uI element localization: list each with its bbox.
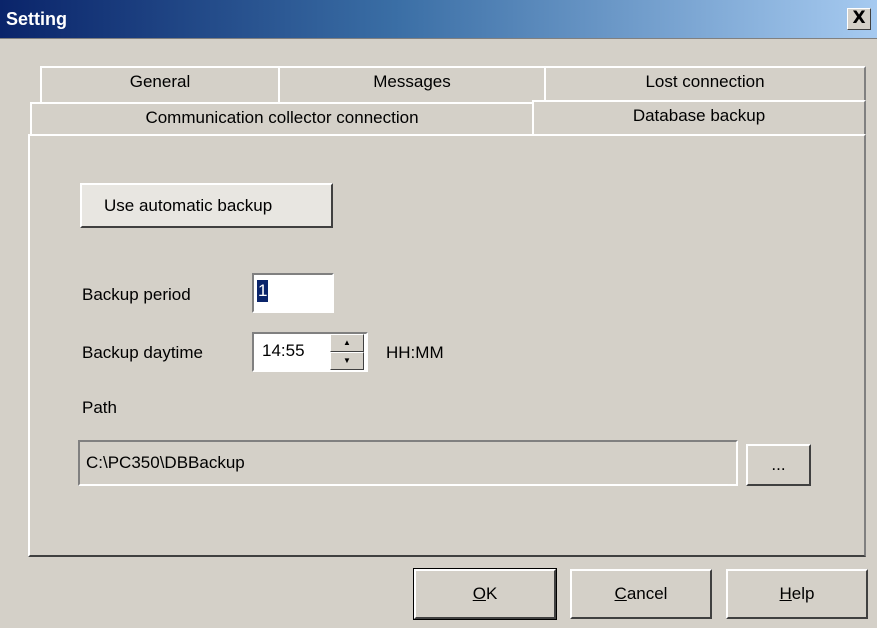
- backup-daytime-input[interactable]: 14:55 ▲ ▼: [252, 332, 368, 372]
- time-format-label: HH:MM: [386, 343, 444, 362]
- browse-label: ...: [771, 455, 786, 474]
- backup-daytime-value: 14:55: [262, 341, 305, 360]
- use-automatic-backup-button[interactable]: Use automatic backup: [80, 183, 333, 228]
- tab-general[interactable]: General: [40, 66, 280, 102]
- browse-button[interactable]: ...: [746, 444, 811, 486]
- tab-communication-label: Communication collector connection: [145, 108, 419, 127]
- backup-daytime-label: Backup daytime: [82, 343, 203, 362]
- use-automatic-backup-label: Use automatic backup: [104, 196, 273, 215]
- cancel-mnemonic: C: [614, 584, 627, 603]
- path-label: Path: [82, 398, 117, 417]
- cancel-label-rest: ancel: [626, 584, 668, 603]
- arrow-up-icon: ▲: [343, 338, 351, 347]
- close-icon: X: [852, 8, 866, 28]
- ok-mnemonic: O: [472, 584, 486, 603]
- help-button[interactable]: Help: [726, 569, 868, 619]
- tab-communication-collector-connection[interactable]: Communication collector connection: [30, 102, 534, 138]
- title-bar: Setting X: [0, 0, 877, 39]
- ok-button[interactable]: OK: [413, 568, 557, 620]
- help-mnemonic: H: [779, 584, 792, 603]
- tab-general-label: General: [129, 72, 191, 91]
- window-title: Setting: [6, 9, 67, 29]
- tab-messages-label: Messages: [373, 72, 451, 91]
- tab-lost-connection-label: Lost connection: [645, 72, 765, 91]
- spin-down-button[interactable]: ▼: [330, 352, 364, 370]
- cancel-button[interactable]: Cancel: [570, 569, 712, 619]
- arrow-down-icon: ▼: [343, 356, 351, 365]
- tab-database-backup-label: Database backup: [632, 106, 766, 125]
- path-value: C:\PC350\DBBackup: [86, 453, 245, 472]
- tab-database-backup[interactable]: Database backup: [532, 100, 866, 134]
- backup-period-label: Backup period: [82, 285, 191, 304]
- path-input[interactable]: C:\PC350\DBBackup: [78, 440, 738, 486]
- backup-period-input[interactable]: 1: [252, 273, 334, 313]
- close-button[interactable]: X: [847, 8, 871, 30]
- spin-up-button[interactable]: ▲: [330, 334, 364, 352]
- time-spinner: ▲ ▼: [330, 334, 364, 370]
- tab-messages[interactable]: Messages: [278, 66, 546, 102]
- tab-lost-connection[interactable]: Lost connection: [544, 66, 866, 102]
- backup-period-value: 1: [257, 280, 269, 302]
- ok-label-rest: K: [485, 584, 498, 603]
- help-label-rest: elp: [791, 584, 815, 603]
